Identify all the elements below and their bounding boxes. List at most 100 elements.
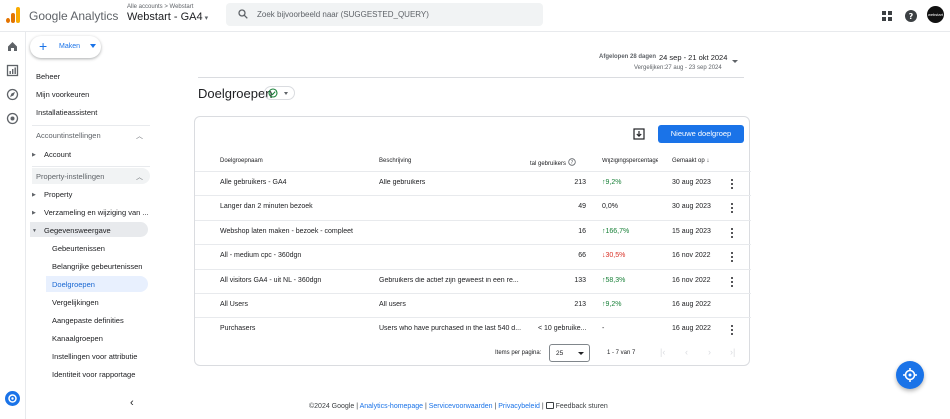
change-percentage: ↑166,7% xyxy=(602,227,630,235)
created-date: 15 aug 2023 xyxy=(672,227,711,235)
advertising-icon[interactable] xyxy=(6,112,19,125)
last-page-icon[interactable]: ›| xyxy=(730,347,735,357)
sidebar-item-custom-definitions[interactable]: Aangepaste definities xyxy=(52,316,124,325)
user-count: 213 xyxy=(574,301,586,308)
audience-name[interactable]: Webshop laten maken - bezoek - compleet xyxy=(220,228,353,235)
next-page-icon[interactable]: › xyxy=(708,347,711,357)
table-row[interactable]: Webshop laten maken - bezoek - compleet 1… xyxy=(195,219,751,244)
collapse-arrow-icon: ▼ xyxy=(32,228,37,234)
user-count: < 10 gebruike... xyxy=(538,325,587,333)
audience-name[interactable]: Alle gebruikers - GA4 xyxy=(220,179,287,186)
feedback-link[interactable]: Feedback sturen xyxy=(556,403,608,410)
section-account-settings[interactable]: Accountinstellingen ︿ xyxy=(32,127,150,143)
make-button[interactable]: + Maken xyxy=(30,36,101,58)
audience-name[interactable]: All visitors GA4 - uit NL - 360dgn xyxy=(220,277,321,284)
account-picker[interactable]: Alle accounts > Webstart Webstart - GA4 ▾ xyxy=(127,4,208,23)
search-placeholder: Zoek bijvoorbeeld naar (SUGGESTED_QUERY) xyxy=(257,10,429,19)
sidebar-item-events[interactable]: Gebeurtenissen xyxy=(52,244,105,253)
home-icon[interactable] xyxy=(6,40,19,53)
sidebar-item-installatie[interactable]: Installatieassistent xyxy=(36,108,97,117)
collapse-sidebar-icon[interactable]: ‹ xyxy=(130,397,134,409)
more-vert-icon[interactable] xyxy=(731,252,734,263)
user-count: 213 xyxy=(574,179,586,186)
sidebar-item-beheer[interactable]: Beheer xyxy=(36,72,60,81)
created-date: 30 aug 2023 xyxy=(672,203,711,211)
col-header-description[interactable]: Beschrijving xyxy=(379,158,411,164)
insights-fab[interactable] xyxy=(896,361,924,389)
insights-gear-icon xyxy=(903,368,917,382)
sidebar-item-data-display[interactable]: Gegevensweergave xyxy=(44,226,111,235)
help-icon[interactable]: ? xyxy=(904,9,918,23)
created-date: 16 aug 2022 xyxy=(672,325,711,333)
audience-name[interactable]: Langer dan 2 minuten bezoek xyxy=(220,203,313,210)
apps-grid-icon[interactable] xyxy=(880,9,894,23)
reports-icon[interactable] xyxy=(6,64,19,77)
table-row[interactable]: Alle gebruikers - GA4 Alle gebruikers 213 ↑… xyxy=(195,171,751,195)
table-row[interactable]: All visitors GA4 - uit NL - 360dgn Gebrui… xyxy=(195,268,751,293)
sidebar-item-attribution[interactable]: Instellingen voor attributie xyxy=(52,352,137,361)
created-date: 16 nov 2022 xyxy=(672,276,711,284)
account-breadcrumb: Alle accounts > Webstart xyxy=(127,4,194,10)
sidebar-item-audiences[interactable]: Doelgroepen xyxy=(52,280,95,289)
expand-arrow-icon: ▶ xyxy=(32,210,36,216)
sidebar-item-channel-groups[interactable]: Kanaalgroepen xyxy=(52,334,103,343)
sidebar-item-account[interactable]: Account xyxy=(44,150,71,159)
footer-link-home[interactable]: Analytics-homepage xyxy=(360,403,423,410)
search-bar[interactable]: Zoek bijvoorbeeld naar (SUGGESTED_QUERY) xyxy=(226,3,543,26)
status-dropdown[interactable] xyxy=(264,86,295,100)
avatar[interactable]: webstart xyxy=(927,6,944,23)
audience-name[interactable]: All - medium cpc - 360dgn xyxy=(220,252,301,259)
change-percentage: ↑9,2% xyxy=(602,179,622,186)
audience-description: Gebruikers die actief zijn geweest in ee… xyxy=(379,276,519,284)
date-range-picker[interactable]: Afgelopen 28 dagen 24 sep - 21 okt 2024 … xyxy=(599,53,744,78)
expand-arrow-icon: ▶ xyxy=(32,192,36,198)
chevron-up-icon: ︿ xyxy=(136,133,143,140)
sidebar-item-comparisons[interactable]: Vergelijkingen xyxy=(52,298,99,307)
sidebar-item-data-collection[interactable]: Verzameling en wijziging van ... xyxy=(44,208,149,217)
col-header-created[interactable]: Gemaakt op ↓ xyxy=(672,158,709,164)
more-vert-icon[interactable] xyxy=(731,203,734,214)
prev-page-icon[interactable]: ‹ xyxy=(685,347,688,357)
divider xyxy=(32,166,150,167)
sidebar-item-reporting-identity[interactable]: Identiteit voor rapportage xyxy=(52,370,135,379)
analytics-logo-icon[interactable] xyxy=(6,7,20,23)
more-vert-icon[interactable] xyxy=(731,227,734,238)
items-per-page-label: Items per pagina: xyxy=(495,350,542,356)
sidebar-item-key-events[interactable]: Belangrijke gebeurtenissen xyxy=(52,262,142,271)
explore-icon[interactable] xyxy=(6,88,19,101)
change-percentage: ↑9,2% xyxy=(602,301,622,308)
audience-description: Alle gebruikers xyxy=(379,179,426,186)
sort-arrow-down-icon: ↓ xyxy=(706,158,710,164)
col-header-change[interactable]: Wijzigingspercentage xyxy=(602,158,658,164)
more-vert-icon[interactable] xyxy=(731,179,734,189)
items-per-page-select[interactable]: 25 xyxy=(549,344,590,362)
admin-gear-icon[interactable] xyxy=(5,391,20,406)
table-row[interactable]: Purchasers Users who have purchased in th… xyxy=(195,317,751,341)
new-audience-button[interactable]: Nieuwe doelgroep xyxy=(658,125,744,143)
audience-name[interactable]: Purchasers xyxy=(220,325,255,332)
created-date: 16 nov 2022 xyxy=(672,252,711,260)
footer-link-privacy[interactable]: Privacybeleid xyxy=(498,403,540,410)
more-vert-icon[interactable] xyxy=(731,276,734,287)
more-vert-icon[interactable] xyxy=(731,325,734,336)
change-percentage: - xyxy=(602,325,605,333)
check-circle-icon xyxy=(268,88,278,98)
first-page-icon[interactable]: |‹ xyxy=(660,347,665,357)
section-property-settings[interactable]: Property-instellingen ︿ xyxy=(32,168,150,184)
download-icon[interactable] xyxy=(633,128,645,140)
caret-down-icon: ▾ xyxy=(204,15,209,22)
sidebar-item-voorkeuren[interactable]: Mijn voorkeuren xyxy=(36,90,89,99)
footer-link-terms[interactable]: Servicevoorwaarden xyxy=(429,403,493,410)
help-circle-icon[interactable]: ? xyxy=(568,158,576,166)
table-row[interactable]: All - medium cpc - 360dgn 66 ↓30,5% 16 nov … xyxy=(195,244,751,268)
audience-name[interactable]: All Users xyxy=(220,301,248,308)
sidebar-item-property[interactable]: Property xyxy=(44,190,72,199)
col-header-name[interactable]: Doelgroepnaam xyxy=(220,158,263,164)
col-header-users[interactable]: tal gebruikers ? xyxy=(530,158,576,167)
admin-sidebar: + Maken Beheer Mijn voorkeuren Installat… xyxy=(26,32,152,419)
table-row[interactable]: All Users All users 213 ↑9,2% 16 aug 2022 xyxy=(195,293,751,317)
change-percentage: ↑58,3% xyxy=(602,276,626,284)
table-row[interactable]: Langer dan 2 minuten bezoek 49 0,0% 30 aug … xyxy=(195,195,751,219)
brand-name: Google Analytics xyxy=(29,9,119,23)
audience-description: All users xyxy=(379,301,406,308)
